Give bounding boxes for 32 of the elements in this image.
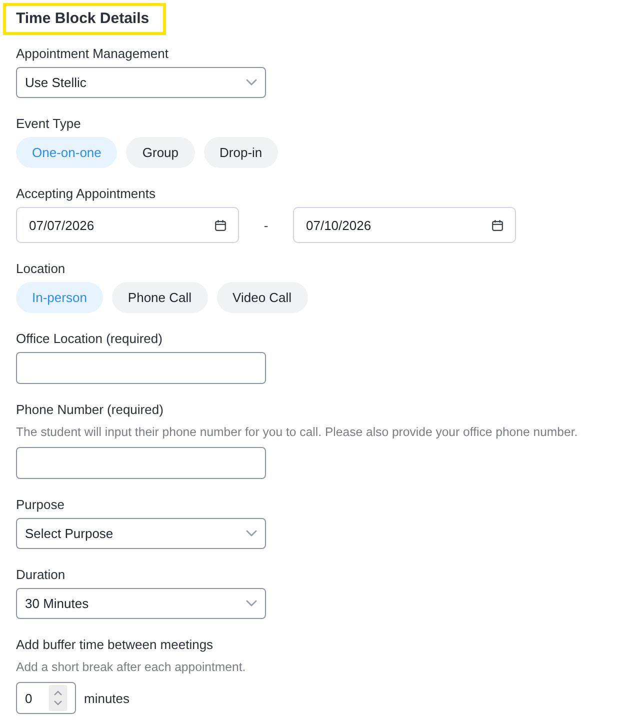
date-field[interactable]: 07/07/2026	[16, 207, 239, 243]
date-field[interactable]: 07/10/2026	[293, 207, 516, 243]
date-separator: -	[262, 218, 270, 232]
chevron-down-icon	[246, 530, 257, 537]
field-label: Phone Number (required)	[16, 402, 164, 418]
field-label: Purpose	[16, 497, 64, 513]
chevron-down-icon	[246, 600, 257, 607]
number-field[interactable]: 0	[16, 682, 76, 714]
section-title: Time Block Details	[3, 3, 166, 35]
field-label: Event Type	[16, 116, 81, 132]
select-field[interactable]: Select Purpose	[16, 518, 266, 549]
text-field[interactable]	[16, 447, 266, 479]
field-label: Location	[16, 261, 66, 277]
spinner-icon[interactable]	[49, 685, 67, 711]
help-text: The student will input their phone number for you to call. Please also provide your office phone number.	[16, 424, 578, 440]
text-field[interactable]	[16, 352, 266, 384]
calendar-icon[interactable]	[492, 220, 503, 230]
help-text: Add a short break after each appointment.	[16, 659, 246, 675]
field-label: Add buffer time between meetings	[16, 637, 214, 653]
field-label: Accepting Appointments	[16, 186, 156, 202]
option-chip[interactable]: Phone Call	[112, 282, 208, 313]
option-chip[interactable]: Video Call	[216, 282, 308, 313]
option-chip[interactable]: Group	[126, 137, 195, 168]
unit-label: minutes	[84, 690, 130, 706]
chevron-down-icon	[246, 79, 257, 86]
select-field[interactable]: 30 Minutes	[16, 588, 266, 619]
calendar-icon[interactable]	[215, 220, 226, 230]
select-field[interactable]: Use Stellic	[16, 67, 266, 98]
field-label: Duration	[16, 567, 66, 583]
field-label: Office Location (required)	[16, 331, 162, 347]
field-label: Appointment Management	[16, 46, 168, 62]
option-chip[interactable]: Drop-in	[204, 137, 278, 168]
